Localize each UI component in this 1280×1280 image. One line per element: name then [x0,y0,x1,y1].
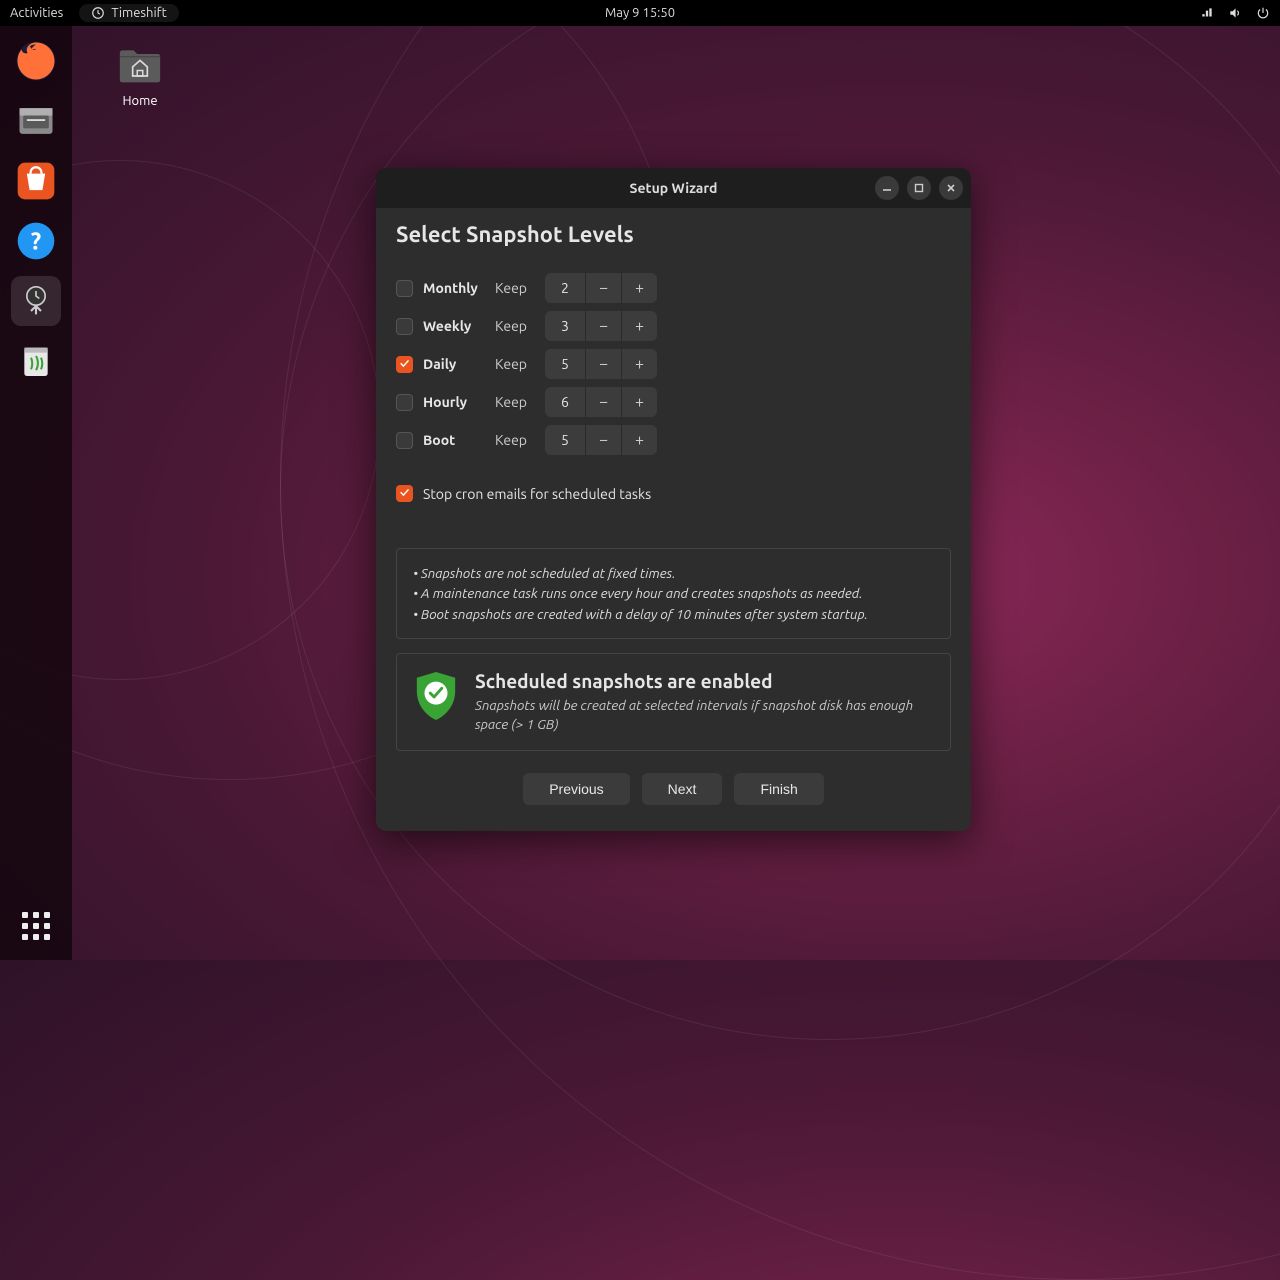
level-label: Daily [423,356,495,372]
keep-increment[interactable]: + [621,311,657,341]
dock-help[interactable]: ? [11,216,61,266]
dock-trash[interactable] [11,336,61,386]
keep-spinner: 5−+ [545,349,657,379]
stop-cron-checkbox[interactable] [396,485,413,502]
app-menu[interactable]: Timeshift [79,4,178,22]
volume-icon[interactable] [1228,6,1242,20]
info-line: A maintenance task runs once every hour … [413,583,934,603]
dock-software[interactable] [11,156,61,206]
level-checkbox-boot[interactable] [396,432,413,449]
level-label: Weekly [423,318,495,334]
keep-label: Keep [495,280,545,296]
close-button[interactable] [939,176,963,200]
info-line: Boot snapshots are created with a delay … [413,604,934,624]
keep-value: 3 [545,318,585,334]
wizard-buttons: Previous Next Finish [396,773,951,805]
level-label: Monthly [423,280,495,296]
keep-label: Keep [495,318,545,334]
help-icon: ? [14,219,58,263]
previous-button[interactable]: Previous [523,773,629,805]
level-checkbox-weekly[interactable] [396,318,413,335]
app-menu-label: Timeshift [111,6,166,20]
level-checkbox-monthly[interactable] [396,280,413,297]
level-label: Hourly [423,394,495,410]
close-icon [946,183,956,193]
keep-decrement[interactable]: − [585,311,621,341]
next-button[interactable]: Next [642,773,723,805]
page-heading: Select Snapshot Levels [396,222,951,247]
titlebar[interactable]: Setup Wizard [376,168,971,208]
power-icon[interactable] [1256,6,1270,20]
level-checkbox-hourly[interactable] [396,394,413,411]
apps-grid-icon [22,912,50,940]
setup-wizard-window: Setup Wizard Select Snapshot Levels Mont… [376,168,971,831]
window-title: Setup Wizard [630,180,718,196]
keep-decrement[interactable]: − [585,425,621,455]
desktop-home-label: Home [110,94,170,108]
minimize-button[interactable] [875,176,899,200]
keep-spinner: 3−+ [545,311,657,341]
desktop-home-folder[interactable]: Home [110,45,170,108]
dock-timeshift[interactable] [11,276,61,326]
clock[interactable]: May 9 15:50 [605,6,675,20]
dock: ? [0,26,72,960]
firefox-icon [14,39,58,83]
minimize-icon [882,183,892,193]
svg-text:?: ? [31,227,41,254]
keep-increment[interactable]: + [621,387,657,417]
status-title: Scheduled snapshots are enabled [475,670,934,692]
keep-decrement[interactable]: − [585,273,621,303]
files-icon [14,99,58,143]
keep-decrement[interactable]: − [585,387,621,417]
dock-firefox[interactable] [11,36,61,86]
keep-decrement[interactable]: − [585,349,621,379]
level-row: WeeklyKeep3−+ [396,311,951,341]
timeshift-icon [91,6,105,20]
stop-cron-label: Stop cron emails for scheduled tasks [423,486,651,502]
maximize-icon [914,183,924,193]
trash-icon [16,341,56,381]
keep-value: 6 [545,394,585,410]
keep-label: Keep [495,356,545,372]
top-bar: Activities Timeshift May 9 15:50 [0,0,1280,26]
finish-button[interactable]: Finish [734,773,823,805]
level-checkbox-daily[interactable] [396,356,413,373]
level-row: HourlyKeep6−+ [396,387,951,417]
keep-spinner: 2−+ [545,273,657,303]
level-row: DailyKeep5−+ [396,349,951,379]
keep-label: Keep [495,394,545,410]
show-applications[interactable] [0,912,72,940]
shield-check-icon [413,670,459,722]
level-row: BootKeep5−+ [396,425,951,455]
info-box: Snapshots are not scheduled at fixed tim… [396,548,951,639]
activities-button[interactable]: Activities [10,6,63,20]
status-box: Scheduled snapshots are enabled Snapshot… [396,653,951,751]
folder-home-icon [118,45,162,85]
keep-value: 5 [545,356,585,372]
keep-increment[interactable]: + [621,349,657,379]
keep-spinner: 6−+ [545,387,657,417]
software-icon [14,159,58,203]
keep-value: 5 [545,432,585,448]
keep-increment[interactable]: + [621,425,657,455]
level-row: MonthlyKeep2−+ [396,273,951,303]
network-icon[interactable] [1200,6,1214,20]
keep-spinner: 5−+ [545,425,657,455]
keep-value: 2 [545,280,585,296]
keep-label: Keep [495,432,545,448]
keep-increment[interactable]: + [621,273,657,303]
info-line: Snapshots are not scheduled at fixed tim… [413,563,934,583]
window-content: Select Snapshot Levels MonthlyKeep2−+Wee… [376,208,971,831]
level-label: Boot [423,432,495,448]
status-body: Snapshots will be created at selected in… [475,696,934,734]
dock-files[interactable] [11,96,61,146]
timeshift-app-icon [16,281,56,321]
maximize-button[interactable] [907,176,931,200]
